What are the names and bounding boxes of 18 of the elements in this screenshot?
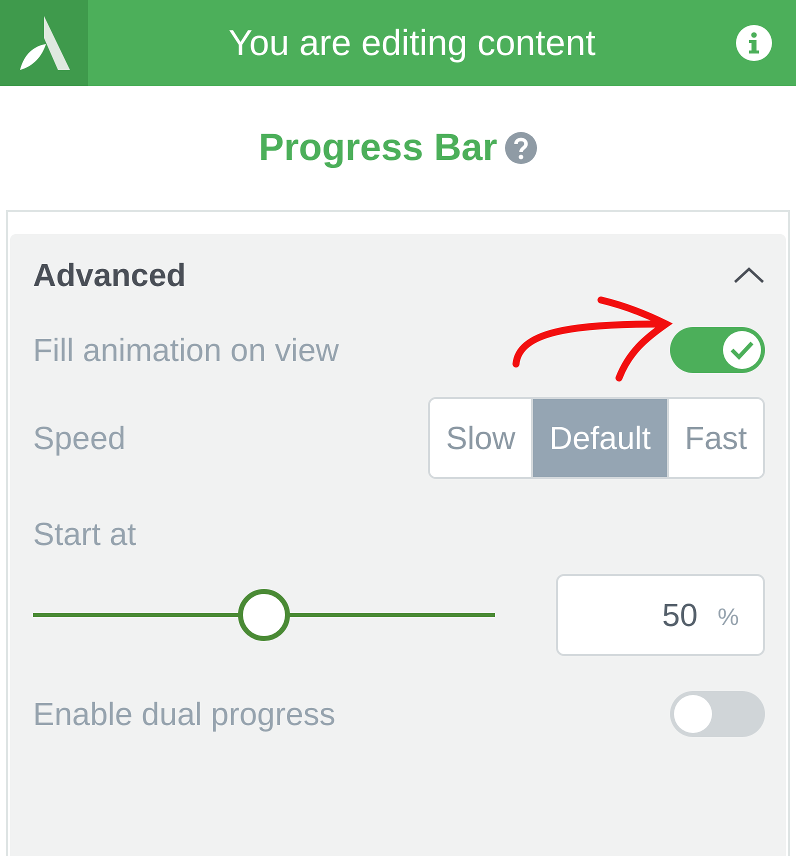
help-icon[interactable] bbox=[505, 132, 538, 164]
setting-label: Speed bbox=[33, 419, 126, 458]
setting-label: Enable dual progress bbox=[33, 695, 336, 734]
setting-label: Fill animation on view bbox=[33, 331, 339, 370]
number-input[interactable]: 50 bbox=[580, 590, 700, 640]
toggle-switch[interactable] bbox=[670, 327, 765, 373]
check-icon bbox=[730, 340, 754, 360]
chevron-icon[interactable] bbox=[733, 266, 765, 284]
element-title: Progress Bar bbox=[258, 126, 498, 170]
segment-option[interactable]: Fast bbox=[666, 399, 763, 477]
segment-option[interactable]: Default bbox=[531, 399, 667, 477]
section-title: Advanced bbox=[33, 256, 186, 295]
info-icon[interactable] bbox=[736, 25, 772, 61]
unit-label: % bbox=[718, 603, 739, 633]
header-title: You are editing content bbox=[228, 21, 596, 65]
toggle-switch[interactable] bbox=[670, 691, 765, 737]
number-field[interactable]: 50 % bbox=[556, 574, 765, 656]
setting-label: Start at bbox=[33, 515, 136, 554]
